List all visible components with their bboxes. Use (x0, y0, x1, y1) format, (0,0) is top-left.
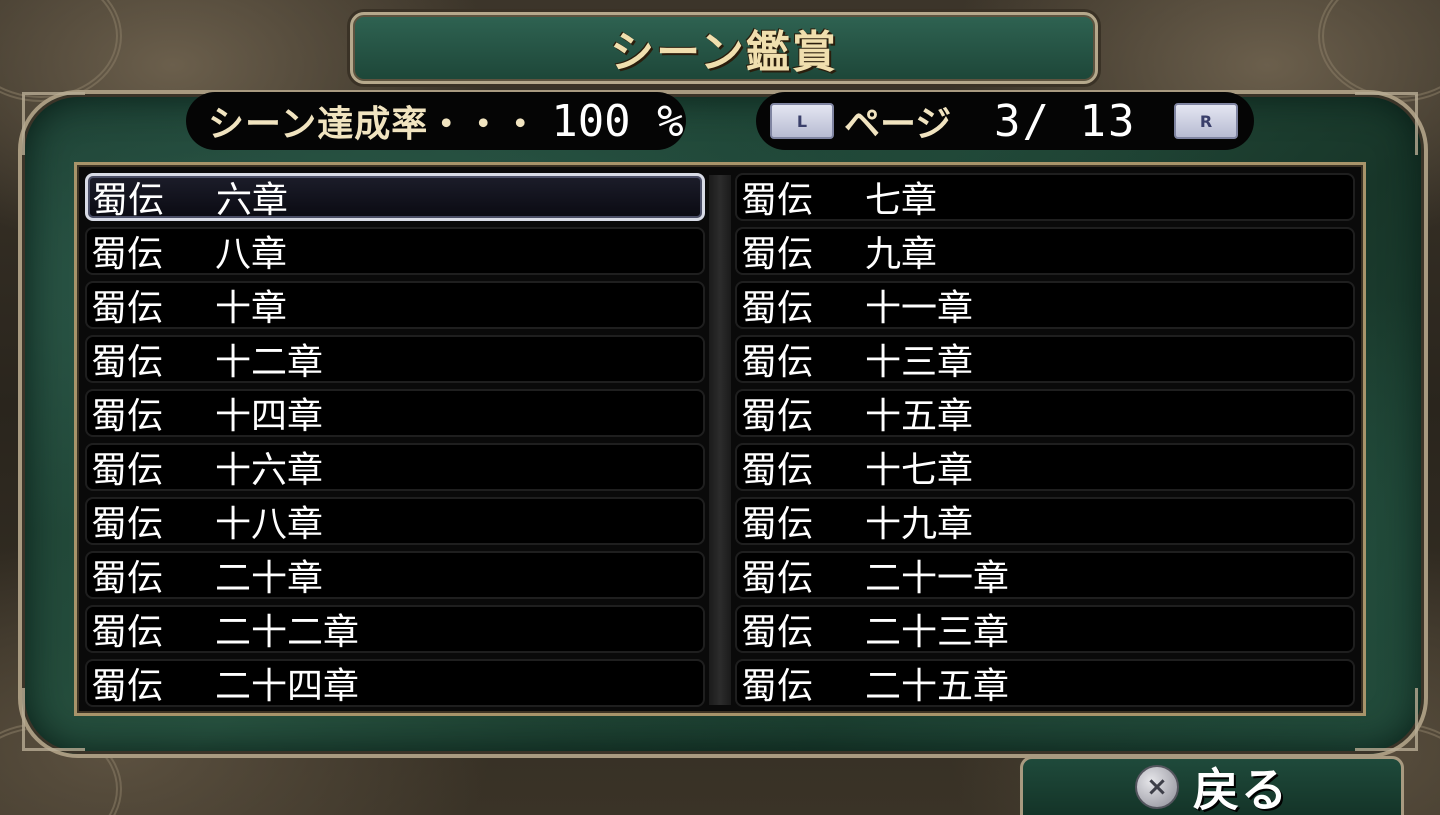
scene-chapter-label: 八章 (215, 234, 288, 275)
scene-list-item[interactable]: 蜀伝 十九章 (735, 497, 1355, 545)
scene-route-label: 蜀伝 (91, 396, 164, 437)
scene-list-item[interactable]: 蜀伝 十二章 (85, 335, 705, 383)
frame-ornament (1318, 0, 1440, 102)
scene-chapter-label: 二十一章 (865, 558, 1010, 599)
back-button[interactable]: × 戻る (1020, 756, 1404, 815)
scene-chapter-label: 二十三章 (865, 612, 1010, 653)
scene-chapter-label: 九章 (865, 234, 938, 275)
scene-list-item[interactable]: 蜀伝 二十五章 (735, 659, 1355, 707)
page-indicator: L ページ 3/ 13 R (756, 92, 1254, 150)
scene-list-item[interactable]: 蜀伝 十一章 (735, 281, 1355, 329)
scene-list-item[interactable]: 蜀伝 十八章 (85, 497, 705, 545)
scene-list: 蜀伝 六章 蜀伝 八章 蜀伝 十章 蜀伝 十二章 蜀伝 十四章 蜀伝 十六章 蜀伝 十八章 蜀伝 二十章 蜀伝二… (74, 162, 1366, 716)
scene-route-label: 蜀伝 (741, 558, 814, 599)
scene-route-label: 蜀伝 (741, 396, 814, 437)
scene-chapter-label: 十七章 (865, 450, 974, 491)
scene-route-label: 蜀伝 (741, 180, 814, 221)
scene-route-label: 蜀伝 (741, 504, 814, 545)
scene-chapter-label: 十五章 (865, 396, 974, 437)
scene-route-label: 蜀伝 (91, 558, 164, 599)
page-title: シーン鑑賞 (610, 27, 838, 78)
scene-route-label: 蜀伝 (741, 612, 814, 653)
scene-route-label: 蜀伝 (741, 666, 814, 707)
scene-chapter-label: 十一章 (865, 288, 974, 329)
scene-list-item[interactable]: 蜀伝 六章 (85, 173, 705, 221)
scene-chapter-label: 二十五章 (865, 666, 1010, 707)
scene-chapter-label: 十六章 (215, 450, 324, 491)
scene-list-item[interactable]: 蜀伝 二十二章 (85, 605, 705, 653)
scene-route-label: 蜀伝 (91, 342, 164, 383)
scene-route-label: 蜀伝 (741, 450, 814, 491)
scene-list-item[interactable]: 蜀伝 十七章 (735, 443, 1355, 491)
corner-decoration (22, 92, 85, 155)
scene-list-item[interactable]: 蜀伝 十六章 (85, 443, 705, 491)
scene-route-label: 蜀伝 (91, 450, 164, 491)
r-shoulder-button[interactable]: R (1174, 103, 1238, 139)
column-divider (709, 175, 731, 705)
scene-route-label: 蜀伝 (741, 342, 814, 383)
scene-route-label: 蜀伝 (91, 666, 164, 707)
corner-decoration (1355, 92, 1418, 155)
scene-route-label: 蜀伝 (92, 180, 165, 221)
scene-chapter-label: 六章 (216, 180, 289, 221)
scene-list-left-column: 蜀伝 六章 蜀伝 八章 蜀伝 十章 蜀伝 十二章 蜀伝 十四章 蜀伝 十六章 蜀伝 十八章 蜀伝 二十章 蜀伝二… (85, 173, 705, 707)
scene-chapter-label: 十九章 (865, 504, 974, 545)
scene-chapter-label: 二十二章 (215, 612, 360, 653)
scene-list-item[interactable]: 蜀伝 二十三章 (735, 605, 1355, 653)
page-label: ページ (844, 104, 952, 145)
scene-list-item[interactable]: 蜀伝 九章 (735, 227, 1355, 275)
scene-list-item[interactable]: 蜀伝 七章 (735, 173, 1355, 221)
scene-list-right-column: 蜀伝 七章 蜀伝 九章 蜀伝 十一章 蜀伝 十三章 蜀伝 十五章 蜀伝 十七章 蜀伝 十九章 蜀伝 二十一章蜀… (735, 173, 1355, 707)
scene-viewer-screen: シーン鑑賞 シーン達成率・・・ 100 % L ページ 3/ 13 R 蜀伝 六章… (0, 0, 1440, 815)
scene-list-item[interactable]: 蜀伝 十四章 (85, 389, 705, 437)
scene-route-label: 蜀伝 (91, 234, 164, 275)
scene-list-item[interactable]: 蜀伝 十五章 (735, 389, 1355, 437)
scene-chapter-label: 十八章 (215, 504, 324, 545)
scene-chapter-label: 十三章 (865, 342, 974, 383)
scene-chapter-label: 十四章 (215, 396, 324, 437)
cross-button-icon: × (1135, 765, 1179, 809)
frame-ornament (0, 0, 122, 102)
scene-list-item[interactable]: 蜀伝 二十章 (85, 551, 705, 599)
scene-list-item[interactable]: 蜀伝 十章 (85, 281, 705, 329)
scene-route-label: 蜀伝 (91, 612, 164, 653)
l-shoulder-button[interactable]: L (770, 103, 834, 139)
scene-chapter-label: 二十四章 (215, 666, 360, 707)
scene-chapter-label: 二十章 (215, 558, 324, 599)
scene-route-label: 蜀伝 (91, 504, 164, 545)
scene-list-item[interactable]: 蜀伝 二十一章 (735, 551, 1355, 599)
page-number: 3/ 13 (994, 95, 1137, 147)
completion-rate-label: シーン達成率・・・ (208, 104, 540, 145)
scene-list-item[interactable]: 蜀伝 十三章 (735, 335, 1355, 383)
scene-route-label: 蜀伝 (741, 288, 814, 329)
completion-rate-value: 100 % (551, 95, 684, 147)
scene-chapter-label: 十章 (215, 288, 288, 329)
scene-list-item[interactable]: 蜀伝 二十四章 (85, 659, 705, 707)
scene-route-label: 蜀伝 (741, 234, 814, 275)
scene-route-label: 蜀伝 (91, 288, 164, 329)
completion-rate-display: シーン達成率・・・ 100 % (186, 92, 686, 150)
scene-list-item[interactable]: 蜀伝 八章 (85, 227, 705, 275)
title-plate: シーン鑑賞 (350, 12, 1098, 84)
scene-chapter-label: 七章 (865, 180, 938, 221)
scene-chapter-label: 十二章 (215, 342, 324, 383)
back-label: 戻る (1193, 763, 1289, 815)
